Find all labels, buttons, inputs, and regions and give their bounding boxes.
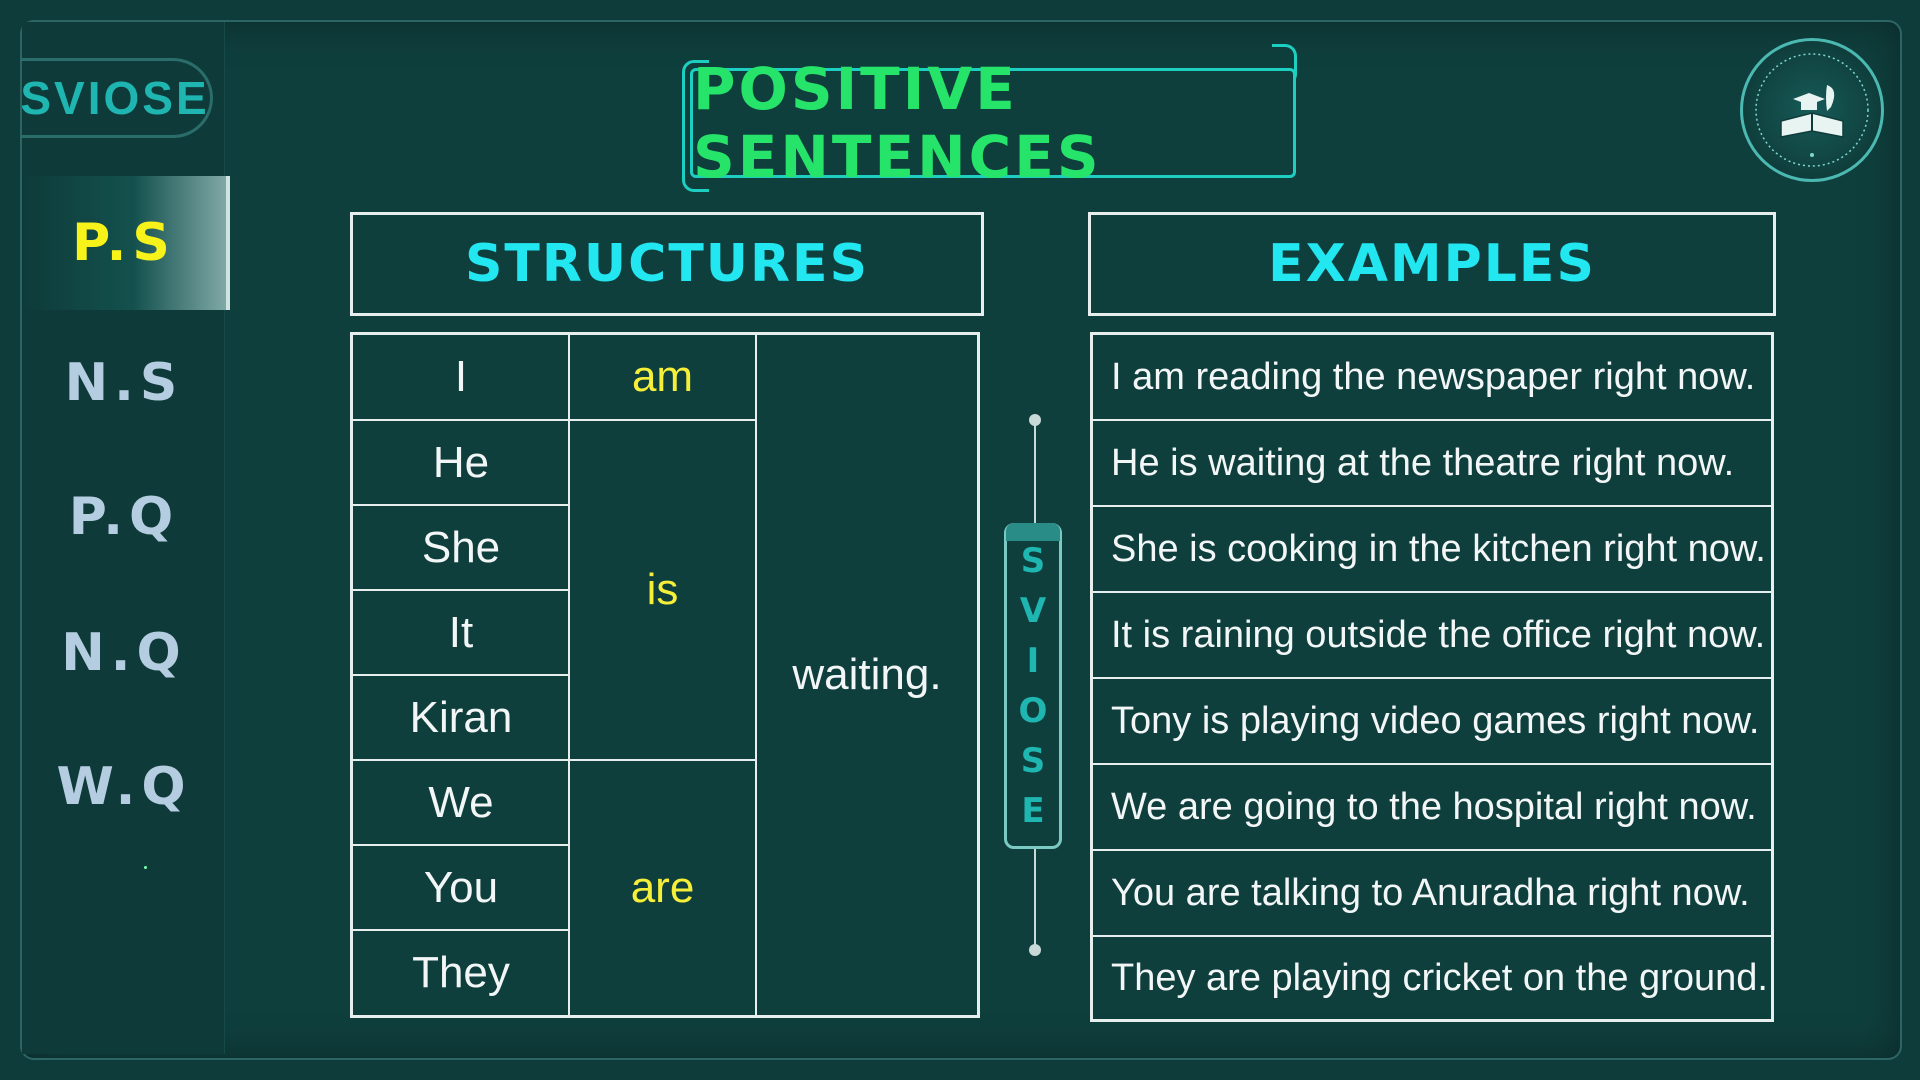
ribbon-cap — [1006, 523, 1060, 541]
ribbon-line-bottom — [1034, 846, 1036, 950]
subject-cell: They — [412, 948, 510, 997]
subject-cell: It — [448, 608, 474, 657]
ribbon-letter: S — [1020, 741, 1046, 781]
ribbon-letter: O — [1018, 691, 1048, 731]
ribbon-letter: E — [1021, 791, 1045, 831]
sidebar-item-pq[interactable]: P.Q — [22, 450, 226, 584]
example-row: He is waiting at the theatre right now. — [1093, 421, 1771, 507]
structures-table: I He She It Kiran We You They am is are … — [350, 332, 980, 1018]
sidebar-item-ns[interactable]: N.S — [22, 316, 226, 450]
ribbon-dot-top — [1029, 414, 1041, 426]
verb-cell-is: is — [646, 565, 679, 614]
subject-cell: We — [428, 778, 494, 827]
verb-cell-am: am — [631, 352, 694, 401]
decorative-dot — [144, 866, 147, 869]
example-row: Tony is playing video games right now. — [1093, 679, 1771, 765]
example-row: You are talking to Anuradha right now. — [1093, 851, 1771, 937]
ribbon-letter: S — [1020, 541, 1046, 581]
ribbon-letter: V — [1019, 591, 1047, 631]
ending-cell: waiting. — [792, 650, 942, 699]
school-logo — [1740, 38, 1884, 182]
structures-header: STRUCTURES — [350, 212, 984, 316]
book-graduation-cap-icon — [1755, 53, 1869, 167]
ribbon-line-top — [1034, 420, 1036, 526]
title-banner: POSITIVE SENTENCES — [690, 55, 1296, 191]
ribbon-dot-bottom — [1029, 944, 1041, 956]
example-row: I am reading the newspaper right now. — [1093, 335, 1771, 421]
page-title: POSITIVE SENTENCES — [693, 55, 1102, 191]
example-row: She is cooking in the kitchen right now. — [1093, 507, 1771, 593]
examples-table: I am reading the newspaper right now. He… — [1090, 332, 1774, 1022]
subject-cell: I — [454, 352, 468, 401]
brand-logo-text: SVIOSE — [20, 58, 213, 138]
subject-cell: You — [423, 863, 499, 912]
sviose-vertical-ribbon: S V I O S E — [1004, 523, 1062, 849]
example-row: It is raining outside the office right n… — [1093, 593, 1771, 679]
example-row: They are playing cricket on the ground. — [1111, 956, 1768, 999]
subject-cell: Kiran — [409, 693, 513, 742]
subject-cell: He — [432, 438, 490, 487]
verb-cell-are: are — [630, 863, 695, 912]
sidebar-item-ps[interactable]: P.S — [22, 176, 230, 310]
sidebar-item-nq[interactable]: N.Q — [22, 586, 226, 720]
example-row: We are going to the hospital right now. — [1093, 765, 1771, 851]
subject-cell: She — [421, 523, 501, 572]
sidebar-item-wq[interactable]: W.Q — [22, 720, 226, 854]
ribbon-letter: I — [1026, 641, 1040, 681]
examples-header: EXAMPLES — [1088, 212, 1776, 316]
